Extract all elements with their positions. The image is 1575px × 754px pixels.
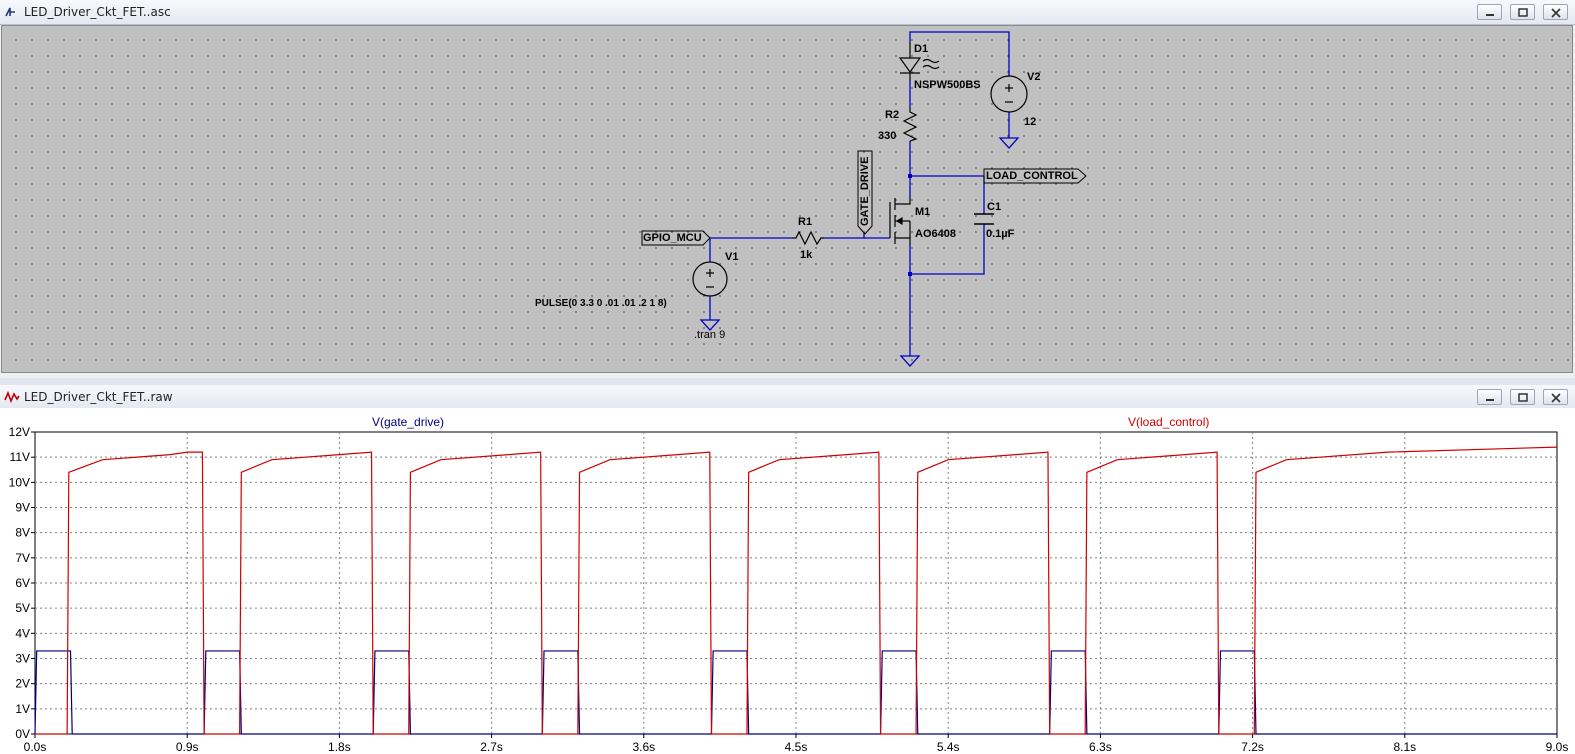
close-button[interactable] (1543, 389, 1568, 405)
minimize-button[interactable] (1477, 389, 1502, 405)
waveform-icon (4, 390, 20, 404)
trace-label-gate-drive[interactable]: V(gate_drive) (372, 415, 444, 429)
v2-ref: V2 (1027, 71, 1041, 83)
minimize-button[interactable] (1477, 4, 1502, 20)
x-tick-label: 2.7s (480, 740, 503, 754)
v1-ref: V1 (725, 251, 739, 263)
y-tick-label: 10V (9, 475, 30, 489)
y-tick-label: 0V (15, 727, 30, 741)
y-tick-label: 2V (15, 677, 30, 691)
waveform-plot-area[interactable]: 0V 1V 2V 3V 4V 5V 6V 7V 8V 9V 10V 11V 12V 0.0s 0.9s 1.8… (0, 408, 1575, 754)
y-tick-label: 1V (15, 702, 30, 716)
minimize-icon (1486, 14, 1494, 16)
r1-ref: R1 (798, 216, 813, 228)
capacitor-c1 (974, 213, 994, 225)
spice-directive[interactable]: .tran 9 (694, 329, 725, 341)
schematic-canvas[interactable]: D1 NSPW500BS V2 12 R2 330 LOAD_CONTROL M… (1, 25, 1573, 373)
schematic-icon (5, 7, 15, 17)
y-tick-label: 6V (15, 576, 30, 590)
y-tick-label: 8V (15, 526, 30, 540)
schematic-drawing (641, 31, 1087, 367)
x-tick-label: 3.6s (632, 740, 655, 754)
restore-button[interactable] (1510, 389, 1535, 405)
y-tick-label: 4V (15, 626, 30, 640)
close-icon (1551, 393, 1561, 403)
r2-value: 330 (878, 130, 897, 142)
series-load-control (35, 446, 1558, 735)
x-tick-label: 0.0s (24, 740, 47, 754)
schematic-titlebar[interactable]: LED_Driver_Ckt_FET..asc (0, 0, 1575, 25)
restore-icon (1518, 393, 1528, 402)
x-tick-label: 9.0s (1546, 740, 1569, 754)
x-tick-label: 1.8s (328, 740, 351, 754)
x-tick-label: 5.4s (937, 740, 960, 754)
v2-value: 12 (1024, 116, 1037, 128)
d1-ref: D1 (914, 43, 929, 55)
close-button[interactable] (1543, 4, 1568, 20)
y-tick-label: 3V (15, 652, 30, 666)
netlabel-gpio-mcu: GPIO_MCU (643, 232, 702, 244)
y-tick-label: 7V (15, 551, 30, 565)
netlabel-load-control: LOAD_CONTROL (986, 170, 1078, 182)
close-icon (1551, 8, 1561, 18)
y-tick-label: 9V (15, 501, 30, 515)
schematic-title: LED_Driver_Ckt_FET..asc (24, 5, 171, 19)
source-v1 (692, 261, 728, 297)
waveform-chart[interactable]: 0V 1V 2V 3V 4V 5V 6V 7V 8V 9V 10V 11V 12V 0.0s 0.9s 1.8… (0, 408, 1575, 754)
x-tick-label: 6.3s (1089, 740, 1112, 754)
restore-button[interactable] (1510, 4, 1535, 20)
x-tick-label: 0.9s (176, 740, 199, 754)
x-tick-label: 4.5s (785, 740, 808, 754)
resistor-r1 (792, 230, 824, 246)
mosfet-m1 (889, 198, 911, 244)
x-tick-label: 8.1s (1393, 740, 1416, 754)
m1-value: AO6408 (915, 228, 956, 240)
minimize-icon (1486, 399, 1494, 401)
waveform-titlebar[interactable]: LED_Driver_Ckt_FET..raw (0, 385, 1575, 410)
r2-ref: R2 (885, 109, 900, 121)
m1-ref: M1 (915, 206, 931, 218)
netlabel-gate-drive: GATE_DRIVE (859, 156, 871, 226)
trace-label-load-control[interactable]: V(load_control) (1128, 415, 1209, 429)
schematic-window[interactable]: LED_Driver_Ckt_FET..asc D1 NSPW500BS V2 … (0, 0, 1575, 378)
d1-value: NSPW500BS (914, 79, 981, 91)
restore-icon (1518, 8, 1528, 17)
resistor-r2 (902, 108, 918, 142)
c1-value: 0.1µF (986, 228, 1015, 240)
v1-value: PULSE(0 3.3 0 .01 .01 .2 1 8) (535, 298, 667, 309)
ground-v2 (998, 137, 1020, 149)
x-tick-label: 7.2s (1241, 740, 1264, 754)
r1-value: 1k (800, 249, 813, 261)
y-tick-label: 5V (15, 601, 30, 615)
ground-m1 (899, 355, 921, 367)
waveform-title: LED_Driver_Ckt_FET..raw (24, 390, 173, 404)
y-tick-label: 11V (10, 450, 30, 464)
y-tick-label: 12V (9, 425, 30, 439)
c1-ref: C1 (987, 201, 1002, 213)
source-v2 (990, 75, 1028, 113)
